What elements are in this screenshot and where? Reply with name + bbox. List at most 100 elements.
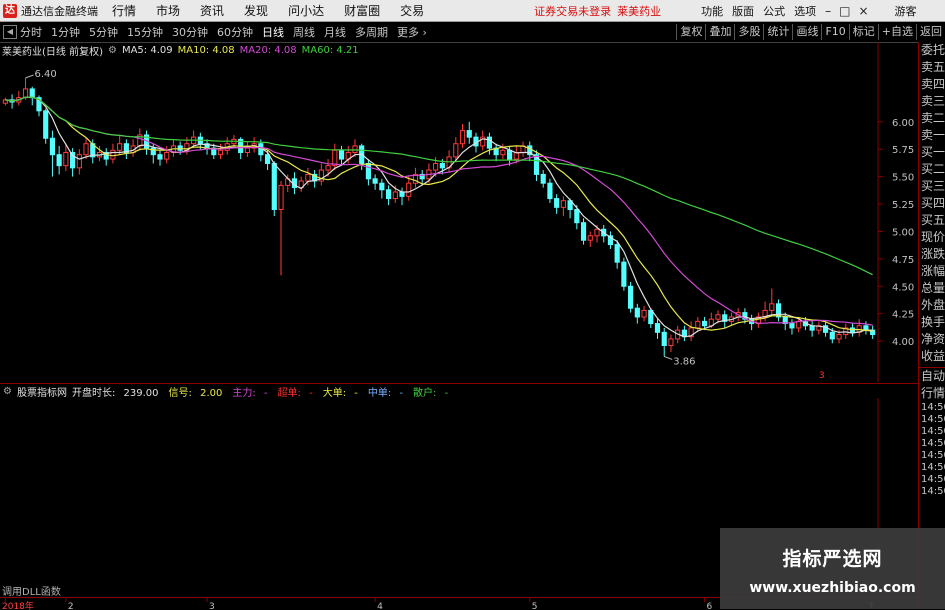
quote-field-10: 买五 (921, 213, 945, 227)
candle-body (634, 307, 640, 318)
candle-body (594, 228, 600, 237)
adjust-button[interactable]: 复权 (676, 24, 705, 40)
candle-body (654, 323, 661, 333)
multi-stock-button[interactable]: 多股 (734, 24, 763, 40)
candle-body (56, 154, 62, 167)
period-5min[interactable]: 5分钟 (89, 24, 118, 40)
menu-formula[interactable]: 公式 (763, 3, 785, 19)
return-button[interactable]: 返回 (916, 24, 945, 40)
watermark-title: 指标严选网 (782, 548, 883, 570)
candle-body (574, 209, 580, 224)
menu-item-wealth-circle[interactable]: 财富圈 (344, 2, 380, 19)
candle-body (406, 182, 412, 197)
tick-times: 14:5014:5014:5014:5014:5014:5014:5014:50 (919, 402, 945, 498)
ma60-line (5, 96, 873, 276)
high-marker-line (25, 74, 34, 79)
candle-body (453, 143, 459, 158)
restore-icon[interactable]: □ (839, 4, 850, 18)
indicator-item-large-order: 大单: - (322, 387, 358, 399)
menu-item-market-quotes[interactable]: 行情 (112, 2, 136, 19)
candle-body (829, 331, 835, 340)
indicator-gear-icon[interactable]: ⚙ (3, 386, 12, 397)
candle-body (217, 149, 224, 156)
candle-body (459, 130, 466, 145)
indicator-item-signal: 信号: 2.00 (168, 387, 223, 399)
quote-field-16: 换手 (921, 315, 945, 329)
candle-body (271, 162, 277, 211)
f10-button[interactable]: F10 (821, 24, 848, 40)
ma60-label: MA60: 4.21 (301, 44, 359, 56)
candle-body (365, 162, 371, 180)
candle-body (399, 191, 405, 197)
candle-body (701, 320, 708, 327)
tick-time-7: 14:50 (921, 486, 945, 497)
menu-item-market[interactable]: 市场 (156, 2, 180, 19)
draw-line-button[interactable]: 画线 (792, 24, 821, 40)
menu-item-news[interactable]: 资讯 (200, 2, 224, 19)
quote-field-5: 卖一 (921, 128, 945, 142)
period-1min[interactable]: 1分钟 (51, 24, 80, 40)
y-tick-label: 4.00 (892, 337, 914, 348)
y-tick-label: 4.75 (892, 255, 914, 266)
quote-field-4: 卖二 (921, 111, 945, 125)
period-monthly[interactable]: 月线 (324, 24, 346, 40)
candle-body (177, 145, 183, 151)
add-favorite-button[interactable]: +自选 (877, 24, 916, 40)
period-more[interactable]: 更多 › (397, 24, 427, 40)
y-tick-label: 5.00 (892, 227, 914, 238)
ma20-label: MA20: 4.08 (239, 44, 297, 56)
period-weekly[interactable]: 周线 (293, 24, 315, 40)
period-more-label: 更多 (397, 26, 419, 39)
quote-field-9: 买四 (921, 196, 945, 210)
close-icon[interactable]: × (858, 4, 868, 18)
candle-body (385, 189, 392, 200)
y-tick-label: 4.25 (892, 310, 914, 321)
small-signal-label: 3 (819, 371, 825, 381)
quote-fields: 委托 卖五 卖四 卖三 卖二 卖一 买一 买二 买三 买四 买五 现价 涨跌 涨幅 总量 外盘 换手 净资 收益 (919, 42, 945, 365)
back-arrow-icon[interactable]: ◀ (3, 25, 17, 39)
login-notice[interactable]: 证券交易未登录 (534, 3, 611, 19)
app-title: 通达信金融终端 (21, 4, 98, 18)
menu-item-discover[interactable]: 发现 (244, 2, 268, 19)
candle-body (332, 149, 338, 167)
period-15min[interactable]: 15分钟 (127, 24, 163, 40)
quote-side-panel: 委托 卖五 卖四 卖三 卖二 卖一 买一 买二 买三 买四 买五 现价 涨跌 涨幅 总量 外盘 换手 净资 收益 自… (918, 42, 945, 609)
period-multi[interactable]: 多周期 (355, 24, 388, 40)
candle-body (372, 178, 378, 184)
menu-options[interactable]: 选项 (794, 3, 816, 19)
period-30min[interactable]: 30分钟 (172, 24, 208, 40)
candle-body (614, 244, 620, 263)
candle-body (695, 320, 701, 329)
quote-tab-0[interactable]: 自动 (919, 368, 945, 385)
overlay-button[interactable]: 叠加 (705, 24, 734, 40)
candle-body (244, 147, 250, 153)
candle-body (63, 151, 69, 167)
quote-field-1: 卖五 (921, 60, 945, 74)
ma10-line (5, 96, 873, 332)
menu-layout[interactable]: 版面 (732, 3, 754, 19)
watermark-banner: 指标严选网 www.xuezhibiao.com (720, 528, 945, 609)
statistics-button[interactable]: 统计 (763, 24, 792, 40)
mark-button[interactable]: 标记 (848, 24, 878, 40)
menu-function[interactable]: 功能 (701, 3, 723, 19)
candlestick-chart[interactable]: 6.00 5.75 5.50 5.25 5.00 4.75 4.50 4.25 4.00 6.40… (0, 42, 918, 382)
legend-gear-icon[interactable]: ⚙ (108, 45, 117, 56)
guest-user[interactable]: 游客 (895, 3, 917, 19)
candle-body (117, 143, 123, 151)
candle-body (507, 149, 513, 160)
menu-item-trade[interactable]: 交易 (400, 2, 424, 19)
current-stock-name: 莱美药业 (617, 4, 662, 18)
minimize-icon[interactable]: – (825, 4, 831, 18)
low-marker-label: 3.86 (673, 356, 695, 367)
candle-body (836, 334, 842, 340)
candle-body (49, 137, 56, 156)
quote-field-2: 卖四 (921, 77, 945, 91)
menu-item-ask[interactable]: 问小达 (288, 2, 324, 19)
candle-body (580, 222, 587, 241)
quote-tab-1[interactable]: 行情 (919, 385, 945, 402)
candle-body (628, 285, 634, 309)
period-daily[interactable]: 日线 (262, 24, 284, 40)
period-intraday[interactable]: 分时 (20, 24, 42, 40)
candle-body (648, 309, 654, 325)
period-60min[interactable]: 60分钟 (217, 24, 253, 40)
